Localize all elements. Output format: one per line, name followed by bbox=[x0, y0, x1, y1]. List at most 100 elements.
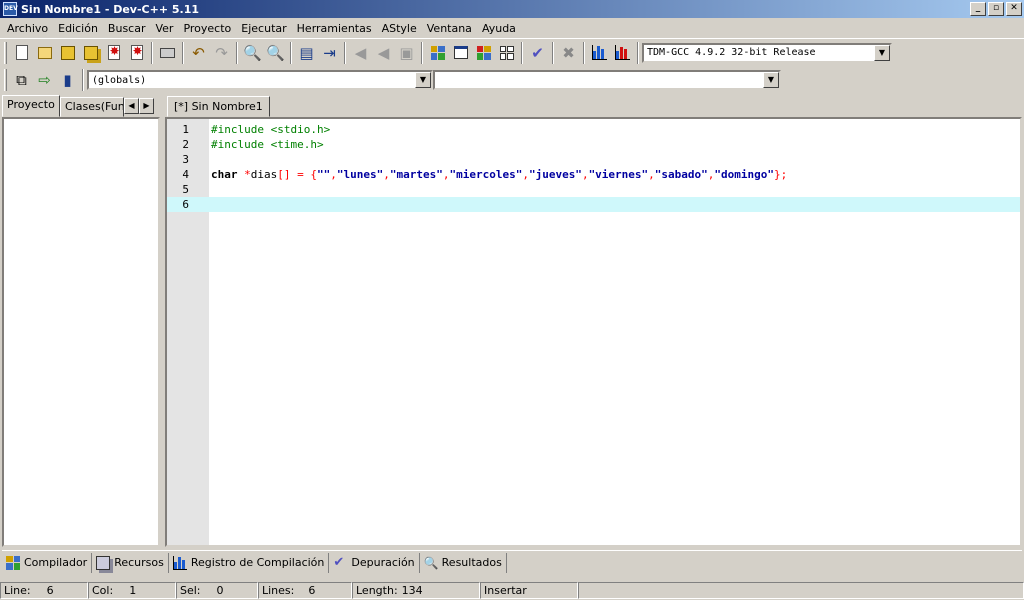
forward-button[interactable]: ◀ bbox=[372, 42, 395, 64]
scope-select[interactable]: (globals) ▼ bbox=[87, 70, 433, 90]
menu-archivo[interactable]: Archivo bbox=[2, 22, 53, 35]
menu-ejecutar[interactable]: Ejecutar bbox=[236, 22, 291, 35]
status-lines-value: 6 bbox=[308, 584, 316, 597]
menu-astyle[interactable]: AStyle bbox=[377, 22, 422, 35]
tab-compilador[interactable]: Compilador bbox=[2, 552, 93, 573]
menu-bar: Archivo Edición Buscar Ver Proyecto Ejec… bbox=[0, 18, 1024, 38]
code-token: "" bbox=[317, 168, 331, 181]
chevron-down-icon[interactable]: ▼ bbox=[415, 72, 431, 88]
tab-depuracion[interactable]: ✔ Depuración bbox=[329, 552, 420, 573]
delete-profile-button[interactable] bbox=[611, 42, 634, 64]
chevron-down-icon[interactable]: ▼ bbox=[763, 72, 779, 88]
code-line[interactable]: 2 #include <time.h> bbox=[167, 137, 1020, 152]
code-token: #include <stdio.h> bbox=[211, 123, 331, 136]
run-icon bbox=[453, 46, 468, 59]
toolbar-grip[interactable] bbox=[4, 69, 7, 91]
tab-label: Registro de Compilación bbox=[190, 556, 325, 569]
save-all-button[interactable] bbox=[79, 42, 102, 64]
menu-ver[interactable]: Ver bbox=[150, 22, 178, 35]
compiler-select[interactable]: TDM-GCC 4.9.2 32-bit Release ▼ bbox=[642, 42, 892, 63]
line-number: 2 bbox=[182, 138, 189, 151]
back-icon: ◀ bbox=[354, 43, 367, 62]
tab-resultados[interactable]: 🔍 Resultados bbox=[420, 552, 507, 573]
save-all-icon bbox=[83, 45, 98, 60]
toolbar-separator bbox=[637, 41, 639, 64]
chevron-down-icon[interactable]: ▼ bbox=[874, 44, 890, 61]
tab-scroll-right-icon[interactable]: ▶ bbox=[139, 98, 154, 114]
find-button[interactable]: 🔍 bbox=[241, 42, 264, 64]
status-line-value: 6 bbox=[46, 584, 54, 597]
toolbar-grip[interactable] bbox=[4, 41, 7, 64]
tab-sin-nombre1[interactable]: [*] Sin Nombre1 bbox=[167, 96, 270, 117]
code-token: , bbox=[648, 168, 655, 181]
left-panel-tabs: Proyecto Clases(Fun ◀ ▶ bbox=[2, 95, 162, 117]
compile-run-button[interactable] bbox=[472, 42, 495, 64]
goto-button[interactable]: ⇨ bbox=[33, 69, 56, 91]
tab-scroll-left-icon[interactable]: ◀ bbox=[124, 98, 139, 114]
results-icon: 🔍 bbox=[423, 555, 439, 570]
rebuild-button[interactable] bbox=[495, 42, 518, 64]
code-line[interactable]: 1 #include <stdio.h> bbox=[167, 122, 1020, 137]
close-file-button[interactable] bbox=[102, 42, 125, 64]
compile-button[interactable] bbox=[426, 42, 449, 64]
syntax-check-button[interactable]: ✔ bbox=[526, 42, 549, 64]
code-token: "lunes" bbox=[336, 168, 384, 181]
code-token: "miercoles" bbox=[449, 168, 523, 181]
menu-ventana[interactable]: Ventana bbox=[422, 22, 477, 35]
menu-ayuda[interactable]: Ayuda bbox=[477, 22, 521, 35]
bookmark-button[interactable]: ▣ bbox=[395, 42, 418, 64]
print-button[interactable] bbox=[156, 42, 179, 64]
project-tree[interactable] bbox=[2, 117, 160, 547]
stop-button[interactable]: ✖ bbox=[557, 42, 580, 64]
code-line[interactable]: 4 char *dias[] = {"","lunes","martes","mi… bbox=[167, 167, 1020, 182]
tab-proyecto[interactable]: Proyecto bbox=[2, 95, 60, 117]
insert-button[interactable]: ⧉ bbox=[10, 69, 33, 91]
find-icon: 🔍 bbox=[243, 43, 262, 62]
profile-button[interactable] bbox=[588, 42, 611, 64]
new-file-button[interactable] bbox=[10, 42, 33, 64]
tab-clases[interactable]: Clases(Fun bbox=[60, 97, 124, 117]
redo-button[interactable]: ↷ bbox=[210, 42, 233, 64]
close-button[interactable]: ✕ bbox=[1006, 2, 1022, 16]
code-line[interactable]: 6 bbox=[167, 197, 1020, 212]
status-line-label: Line: bbox=[4, 584, 31, 597]
menu-herramientas[interactable]: Herramientas bbox=[292, 22, 377, 35]
status-sel-value: 0 bbox=[216, 584, 224, 597]
class-toolbar: ⧉ ⇨ ▮ (globals) ▼ ▼ bbox=[0, 66, 800, 94]
status-lines: Lines: 6 bbox=[258, 582, 352, 599]
undo-icon: ↶ bbox=[192, 43, 205, 62]
minimize-button[interactable]: _ bbox=[970, 2, 986, 16]
status-sel: Sel: 0 bbox=[176, 582, 258, 599]
status-length: Length: 134 bbox=[352, 582, 480, 599]
code-editor[interactable]: 1 #include <stdio.h> 2 #include <time.h> 3 4 c… bbox=[165, 117, 1022, 547]
unindent-button[interactable]: ⇥ bbox=[318, 42, 341, 64]
code-token: dias bbox=[250, 168, 278, 181]
member-select[interactable]: ▼ bbox=[433, 70, 781, 90]
tab-registro[interactable]: Registro de Compilación bbox=[169, 552, 330, 573]
indent-button[interactable]: ▤ bbox=[295, 42, 318, 64]
menu-buscar[interactable]: Buscar bbox=[103, 22, 151, 35]
code-token: }; bbox=[774, 168, 788, 181]
code-token: "viernes" bbox=[588, 168, 649, 181]
run-button[interactable] bbox=[449, 42, 472, 64]
undo-button[interactable]: ↶ bbox=[187, 42, 210, 64]
toggle-panel-button[interactable]: ▮ bbox=[56, 69, 79, 91]
status-col-label: Col: bbox=[92, 584, 114, 597]
checkmark-icon: ✔ bbox=[531, 43, 544, 62]
code-line[interactable]: 5 bbox=[167, 182, 1020, 197]
menu-proyecto[interactable]: Proyecto bbox=[178, 22, 236, 35]
close-all-button[interactable] bbox=[125, 42, 148, 64]
indent-icon: ▤ bbox=[299, 43, 314, 62]
rebuild-icon bbox=[499, 45, 514, 60]
back-button[interactable]: ◀ bbox=[349, 42, 372, 64]
unindent-icon: ⇥ bbox=[323, 43, 336, 62]
restore-button[interactable]: ▫ bbox=[988, 2, 1004, 16]
toolbar-separator bbox=[344, 41, 346, 64]
tab-recursos[interactable]: Recursos bbox=[92, 552, 169, 573]
status-col: Col: 1 bbox=[88, 582, 176, 599]
open-button[interactable] bbox=[33, 42, 56, 64]
replace-button[interactable]: 🔍 bbox=[264, 42, 287, 64]
menu-edicion[interactable]: Edición bbox=[53, 22, 103, 35]
save-button[interactable] bbox=[56, 42, 79, 64]
code-line[interactable]: 3 bbox=[167, 152, 1020, 167]
